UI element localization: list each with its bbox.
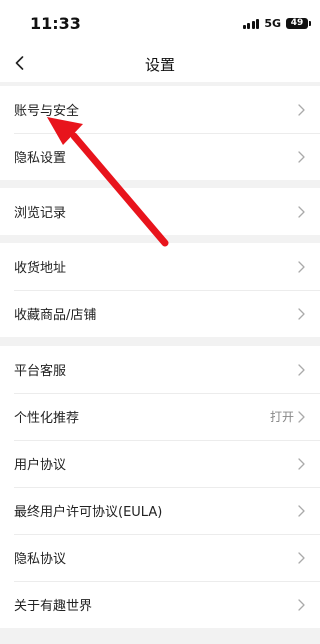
status-time: 11:33: [30, 14, 81, 33]
chevron-right-icon: [298, 457, 306, 470]
settings-item-label: 最终用户许可协议(EULA): [14, 505, 163, 520]
battery-level: 49: [290, 18, 304, 28]
settings-item-label: 平台客服: [14, 364, 67, 379]
settings-item-browsing-history[interactable]: 浏览记录: [0, 188, 320, 235]
settings-item-eula[interactable]: 最终用户许可协议(EULA): [0, 487, 320, 534]
chevron-right-icon: [298, 307, 306, 320]
settings-item-label: 隐私协议: [14, 552, 67, 567]
settings-item-label: 关于有趣世界: [14, 599, 93, 614]
chevron-right-icon: [298, 410, 306, 423]
navigation-bar: 设置: [0, 44, 320, 82]
chevron-right-icon: [298, 260, 306, 273]
settings-item-shipping-address[interactable]: 收货地址: [0, 243, 320, 290]
status-bar: 11:33 5G 49: [0, 0, 320, 44]
chevron-right-icon: [298, 598, 306, 611]
settings-item-personalized-recommendation[interactable]: 个性化推荐 打开: [0, 393, 320, 440]
chevron-right-icon: [298, 103, 306, 116]
settings-group-about: 平台客服 个性化推荐 打开 用户协议 最终用户许可协议(EULA) 隐私协议 关…: [0, 346, 320, 628]
settings-group-account: 账号与安全 隐私设置: [0, 86, 320, 180]
settings-item-label: 收藏商品/店铺: [14, 308, 97, 323]
settings-item-privacy-policy[interactable]: 隐私协议: [0, 534, 320, 581]
network-type: 5G: [264, 16, 281, 30]
settings-item-label: 个性化推荐: [14, 411, 80, 426]
settings-item-label: 收货地址: [14, 261, 67, 276]
signal-icon: [242, 18, 260, 29]
status-indicators: 5G 49: [242, 15, 311, 31]
chevron-right-icon: [298, 504, 306, 517]
settings-item-customer-service[interactable]: 平台客服: [0, 346, 320, 393]
settings-item-privacy-settings[interactable]: 隐私设置: [0, 133, 320, 180]
settings-item-user-agreement[interactable]: 用户协议: [0, 440, 320, 487]
settings-item-label: 隐私设置: [14, 151, 67, 166]
chevron-right-icon: [298, 363, 306, 376]
chevron-right-icon: [298, 150, 306, 163]
settings-item-about[interactable]: 关于有趣世界: [0, 581, 320, 628]
settings-group-history: 浏览记录: [0, 188, 320, 235]
settings-item-label: 账号与安全: [14, 104, 80, 119]
page-title: 设置: [144, 56, 175, 74]
chevron-right-icon: [298, 551, 306, 564]
settings-item-value: 打开: [269, 410, 294, 424]
settings-group-shopping: 收货地址 收藏商品/店铺: [0, 243, 320, 337]
battery-icon: 49: [286, 17, 311, 29]
settings-item-account-security[interactable]: 账号与安全: [0, 86, 320, 133]
settings-item-label: 用户协议: [14, 458, 67, 473]
settings-item-favorites[interactable]: 收藏商品/店铺: [0, 290, 320, 337]
chevron-right-icon: [298, 205, 306, 218]
settings-item-label: 浏览记录: [14, 206, 67, 221]
